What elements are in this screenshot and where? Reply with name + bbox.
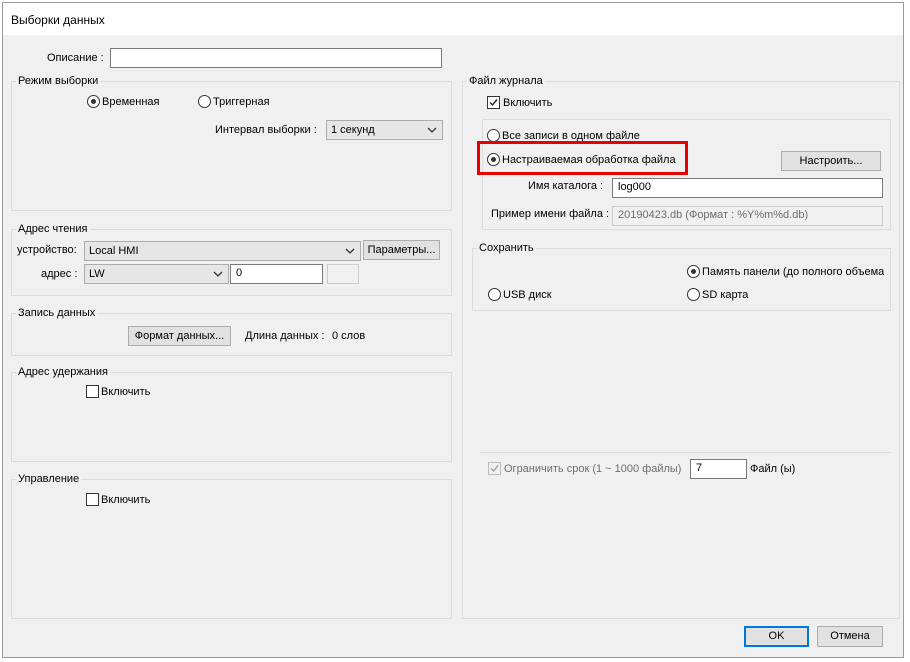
- control-title: Управление: [16, 473, 82, 485]
- radio-panel-memory[interactable]: [687, 265, 700, 278]
- hold-address-group: Адрес удержания: [11, 366, 452, 462]
- limit-input[interactable]: 7: [690, 459, 747, 479]
- address-label: адрес :: [41, 268, 78, 280]
- limit-unit: Файл (ы): [750, 463, 796, 475]
- radio-timed[interactable]: [87, 95, 100, 108]
- folder-input[interactable]: log000: [612, 178, 883, 198]
- description-input[interactable]: [110, 48, 442, 68]
- radio-trigger[interactable]: [198, 95, 211, 108]
- save-title: Сохранить: [477, 242, 536, 254]
- interval-label: Интервал выборки :: [215, 124, 317, 136]
- control-enable-label[interactable]: Включить: [101, 494, 150, 506]
- control-enable-checkbox[interactable]: [86, 493, 99, 506]
- title-bar: Выборки данных: [3, 3, 903, 35]
- radio-panel-memory-label[interactable]: Память панели (до полного объема): [702, 266, 884, 278]
- interval-select[interactable]: 1 секунд: [326, 120, 443, 140]
- read-address-title: Адрес чтения: [16, 223, 90, 235]
- address-type-value: LW: [89, 268, 105, 280]
- data-record-title: Запись данных: [16, 307, 98, 319]
- limit-checkbox: [488, 462, 501, 475]
- sampling-mode-title: Режим выборки: [16, 75, 101, 87]
- params-button[interactable]: Параметры...: [363, 240, 440, 260]
- red-highlight-box: [477, 141, 688, 175]
- hold-enable-checkbox[interactable]: [86, 385, 99, 398]
- checkmark-icon: [489, 99, 498, 107]
- data-length-value: 0 слов: [332, 330, 366, 342]
- chevron-down-icon: [427, 127, 437, 133]
- device-select[interactable]: Local HMI: [84, 241, 361, 261]
- radio-sd[interactable]: [687, 288, 700, 301]
- folder-label: Имя каталога :: [528, 180, 604, 192]
- radio-usb[interactable]: [488, 288, 501, 301]
- address-type-select[interactable]: LW: [84, 264, 229, 284]
- radio-timed-label[interactable]: Временная: [102, 96, 159, 108]
- device-value: Local HMI: [89, 245, 139, 257]
- data-length-label: Длина данных :: [245, 330, 325, 342]
- save-group: Сохранить: [472, 242, 891, 311]
- limit-divider: [480, 452, 891, 453]
- radio-usb-label[interactable]: USB диск: [503, 289, 552, 301]
- example-field: 20190423.db (Формат : %Y%m%d.db): [612, 206, 883, 226]
- cancel-button[interactable]: Отмена: [817, 626, 883, 647]
- data-record-group: Запись данных: [11, 307, 452, 356]
- address-input[interactable]: 0: [230, 264, 323, 284]
- interval-value: 1 секунд: [331, 124, 375, 136]
- log-enable-label[interactable]: Включить: [503, 97, 552, 109]
- description-label: Описание :: [47, 52, 104, 64]
- address-extra-input: [327, 264, 359, 284]
- log-file-title: Файл журнала: [467, 75, 545, 87]
- checkmark-icon: [490, 465, 499, 473]
- log-enable-checkbox[interactable]: [487, 96, 500, 109]
- hold-address-title: Адрес удержания: [16, 366, 110, 378]
- chevron-down-icon: [345, 248, 355, 254]
- control-group: Управление: [11, 473, 452, 619]
- example-label: Пример имени файла :: [491, 208, 610, 220]
- window-title: Выборки данных: [11, 13, 105, 27]
- device-label: устройство:: [17, 244, 77, 256]
- limit-label: Ограничить срок (1 ~ 1000 файлы): [504, 463, 682, 475]
- data-format-button[interactable]: Формат данных...: [128, 326, 231, 346]
- hold-enable-label[interactable]: Включить: [101, 386, 150, 398]
- ok-button[interactable]: OK: [744, 626, 809, 647]
- configure-button[interactable]: Настроить...: [781, 151, 881, 171]
- radio-sd-label[interactable]: SD карта: [702, 289, 748, 301]
- radio-trigger-label[interactable]: Триггерная: [213, 96, 270, 108]
- chevron-down-icon: [213, 271, 223, 277]
